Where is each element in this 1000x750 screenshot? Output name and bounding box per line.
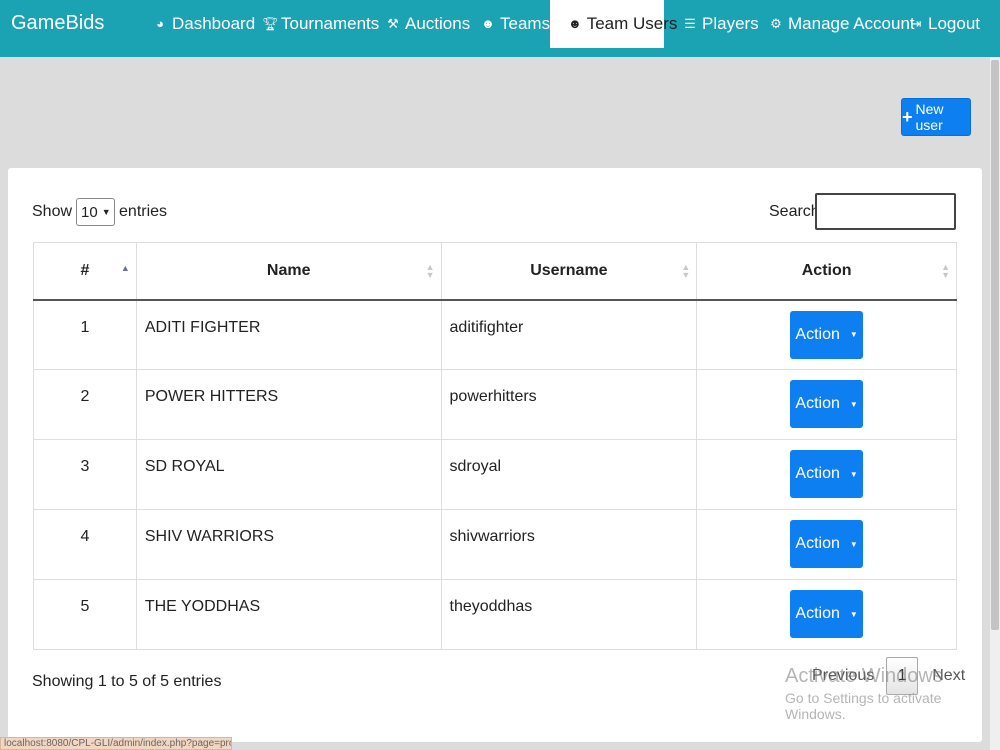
cell-action: Action ▼ xyxy=(696,439,957,510)
dashboard-icon: ◕ xyxy=(156,16,164,31)
nav-players[interactable]: ☰ Players xyxy=(683,0,759,48)
nav-logout[interactable]: ⇥ Logout xyxy=(909,0,980,48)
action-dropdown-button[interactable]: Action ▼ xyxy=(790,520,864,568)
caret-down-icon: ▼ xyxy=(849,609,858,619)
cell-name: SHIV WARRIORS xyxy=(135,509,442,580)
col-header-action-label: Action xyxy=(801,261,852,279)
search-input[interactable] xyxy=(815,193,956,230)
sort-icon: ▲ ▼ xyxy=(425,262,435,280)
nav-teams[interactable]: ☻ Teams xyxy=(481,0,550,48)
col-header-action[interactable]: Action ▲ ▼ xyxy=(696,242,957,301)
nav-manage-account[interactable]: ⚙ Manage Account xyxy=(769,0,915,48)
nav-auctions[interactable]: ⚒ Auctions xyxy=(386,0,470,48)
entries-length-control: Show 10 ▼ entries xyxy=(32,198,167,226)
nav-dashboard[interactable]: ◕ Dashboard xyxy=(153,0,255,48)
action-dropdown-button[interactable]: Action ▼ xyxy=(790,310,864,359)
cell-username: powerhitters xyxy=(440,369,698,440)
pagination-previous[interactable]: Previous xyxy=(800,667,886,685)
nav-manage-account-label: Manage Account xyxy=(788,14,915,33)
action-label: Action xyxy=(795,395,840,412)
status-url-bar: localhost:8080/CPL-GLI/admin/index.php?p… xyxy=(0,737,232,750)
trophy-icon: 🏆︎ xyxy=(262,16,279,31)
gavel-icon: ⚒ xyxy=(387,16,399,31)
cell-name: SD ROYAL xyxy=(135,439,442,510)
entries-length-select[interactable]: 10 ▼ xyxy=(76,198,116,226)
cell-action: Action ▼ xyxy=(696,509,957,580)
table-row: 3 SD ROYAL sdroyal Action ▼ xyxy=(33,439,957,510)
action-dropdown-button[interactable]: Action ▼ xyxy=(790,590,864,638)
sort-icon: ▲ ▼ xyxy=(941,262,950,280)
new-user-label: New user xyxy=(915,101,944,133)
scrollbar-thumb[interactable] xyxy=(991,60,999,630)
table-row: 2 POWER HITTERS powerhitters Action ▼ xyxy=(33,369,957,440)
nav-tournaments-label: Tournaments xyxy=(281,14,380,33)
gear-icon: ⚙ xyxy=(770,16,782,31)
pagination: Previous 1 Next xyxy=(800,657,979,695)
nav-tournaments[interactable]: 🏆︎ Tournaments xyxy=(262,0,379,48)
cell-index: 2 xyxy=(33,369,137,440)
table-info: Showing 1 to 5 of 5 entries xyxy=(32,673,222,690)
table-row: 1 ADITI FIGHTER aditifighter Action ▼ xyxy=(33,299,957,370)
users-icon: ☻ xyxy=(481,16,495,31)
cell-name: ADITI FIGHTER xyxy=(135,299,442,370)
cell-username: sdroyal xyxy=(440,439,698,510)
sort-asc-icon: ▲ xyxy=(120,263,130,273)
caret-down-icon: ▼ xyxy=(849,399,858,409)
plus-icon: + xyxy=(902,106,913,127)
nav-teams-label: Teams xyxy=(500,14,551,33)
nav-dashboard-label: Dashboard xyxy=(172,14,256,33)
cell-name: THE YODDHAS xyxy=(135,579,442,650)
col-header-name[interactable]: Name ▲ ▼ xyxy=(135,242,442,301)
action-label: Action xyxy=(795,465,840,482)
caret-down-icon: ▼ xyxy=(849,539,858,549)
caret-down-icon: ▼ xyxy=(849,330,858,339)
brand-logo[interactable]: GameBids xyxy=(11,12,104,35)
action-label: Action xyxy=(795,605,840,622)
table-row: 5 THE YODDHAS theyoddhas Action ▼ xyxy=(33,579,957,650)
nav-team-users[interactable]: ☻ Team Users xyxy=(550,0,677,48)
caret-down-icon: ▼ xyxy=(849,469,858,479)
cell-name: POWER HITTERS xyxy=(135,369,442,440)
users-icon: ☻ xyxy=(568,16,582,31)
col-header-username[interactable]: Username ▲ ▼ xyxy=(440,242,698,301)
list-icon: ☰ xyxy=(684,16,696,31)
col-header-index-label: # xyxy=(80,261,90,279)
sort-icon: ▲ ▼ xyxy=(681,262,691,280)
col-header-username-label: Username xyxy=(530,261,608,279)
action-dropdown-button[interactable]: Action ▼ xyxy=(790,450,864,498)
top-navbar: GameBids ◕ Dashboard 🏆︎ Tournaments ⚒ Au… xyxy=(0,0,1000,57)
table-row: 4 SHIV WARRIORS shivwarriors Action ▼ xyxy=(33,509,957,580)
col-header-name-label: Name xyxy=(266,261,311,279)
entries-length-value: 10 xyxy=(81,203,98,221)
action-label: Action xyxy=(795,535,840,552)
show-label: Show xyxy=(32,203,73,220)
col-header-index[interactable]: # ▲ xyxy=(33,242,137,301)
new-user-button[interactable]: + New user xyxy=(901,98,971,136)
cell-index: 4 xyxy=(33,509,137,580)
nav-players-label: Players xyxy=(702,14,759,33)
cell-index: 1 xyxy=(33,299,137,370)
cell-index: 3 xyxy=(33,439,137,510)
nav-logout-label: Logout xyxy=(928,14,980,33)
pagination-page-1[interactable]: 1 xyxy=(886,657,919,695)
nav-auctions-label: Auctions xyxy=(405,14,471,33)
chevron-down-icon: ▼ xyxy=(101,207,111,217)
action-label: Action xyxy=(795,325,840,343)
action-dropdown-button[interactable]: Action ▼ xyxy=(790,380,864,428)
nav-team-users-label: Team Users xyxy=(586,14,678,33)
cell-action: Action ▼ xyxy=(696,369,957,440)
table-header-row: # ▲ Name ▲ ▼ Username ▲ ▼ Action ▲ ▼ xyxy=(33,242,957,301)
logout-icon: ⇥ xyxy=(910,16,922,31)
cell-action: Action ▼ xyxy=(696,579,957,650)
team-users-table: # ▲ Name ▲ ▼ Username ▲ ▼ Action ▲ ▼ 1 ADIT… xyxy=(33,242,957,650)
cell-action: Action ▼ xyxy=(696,299,957,370)
cell-username: shivwarriors xyxy=(440,509,698,580)
cell-username: theyoddhas xyxy=(440,579,698,650)
entries-label: entries xyxy=(119,203,168,220)
cell-index: 5 xyxy=(33,579,137,650)
cell-username: aditifighter xyxy=(440,299,698,370)
pagination-next[interactable]: Next xyxy=(918,667,979,685)
